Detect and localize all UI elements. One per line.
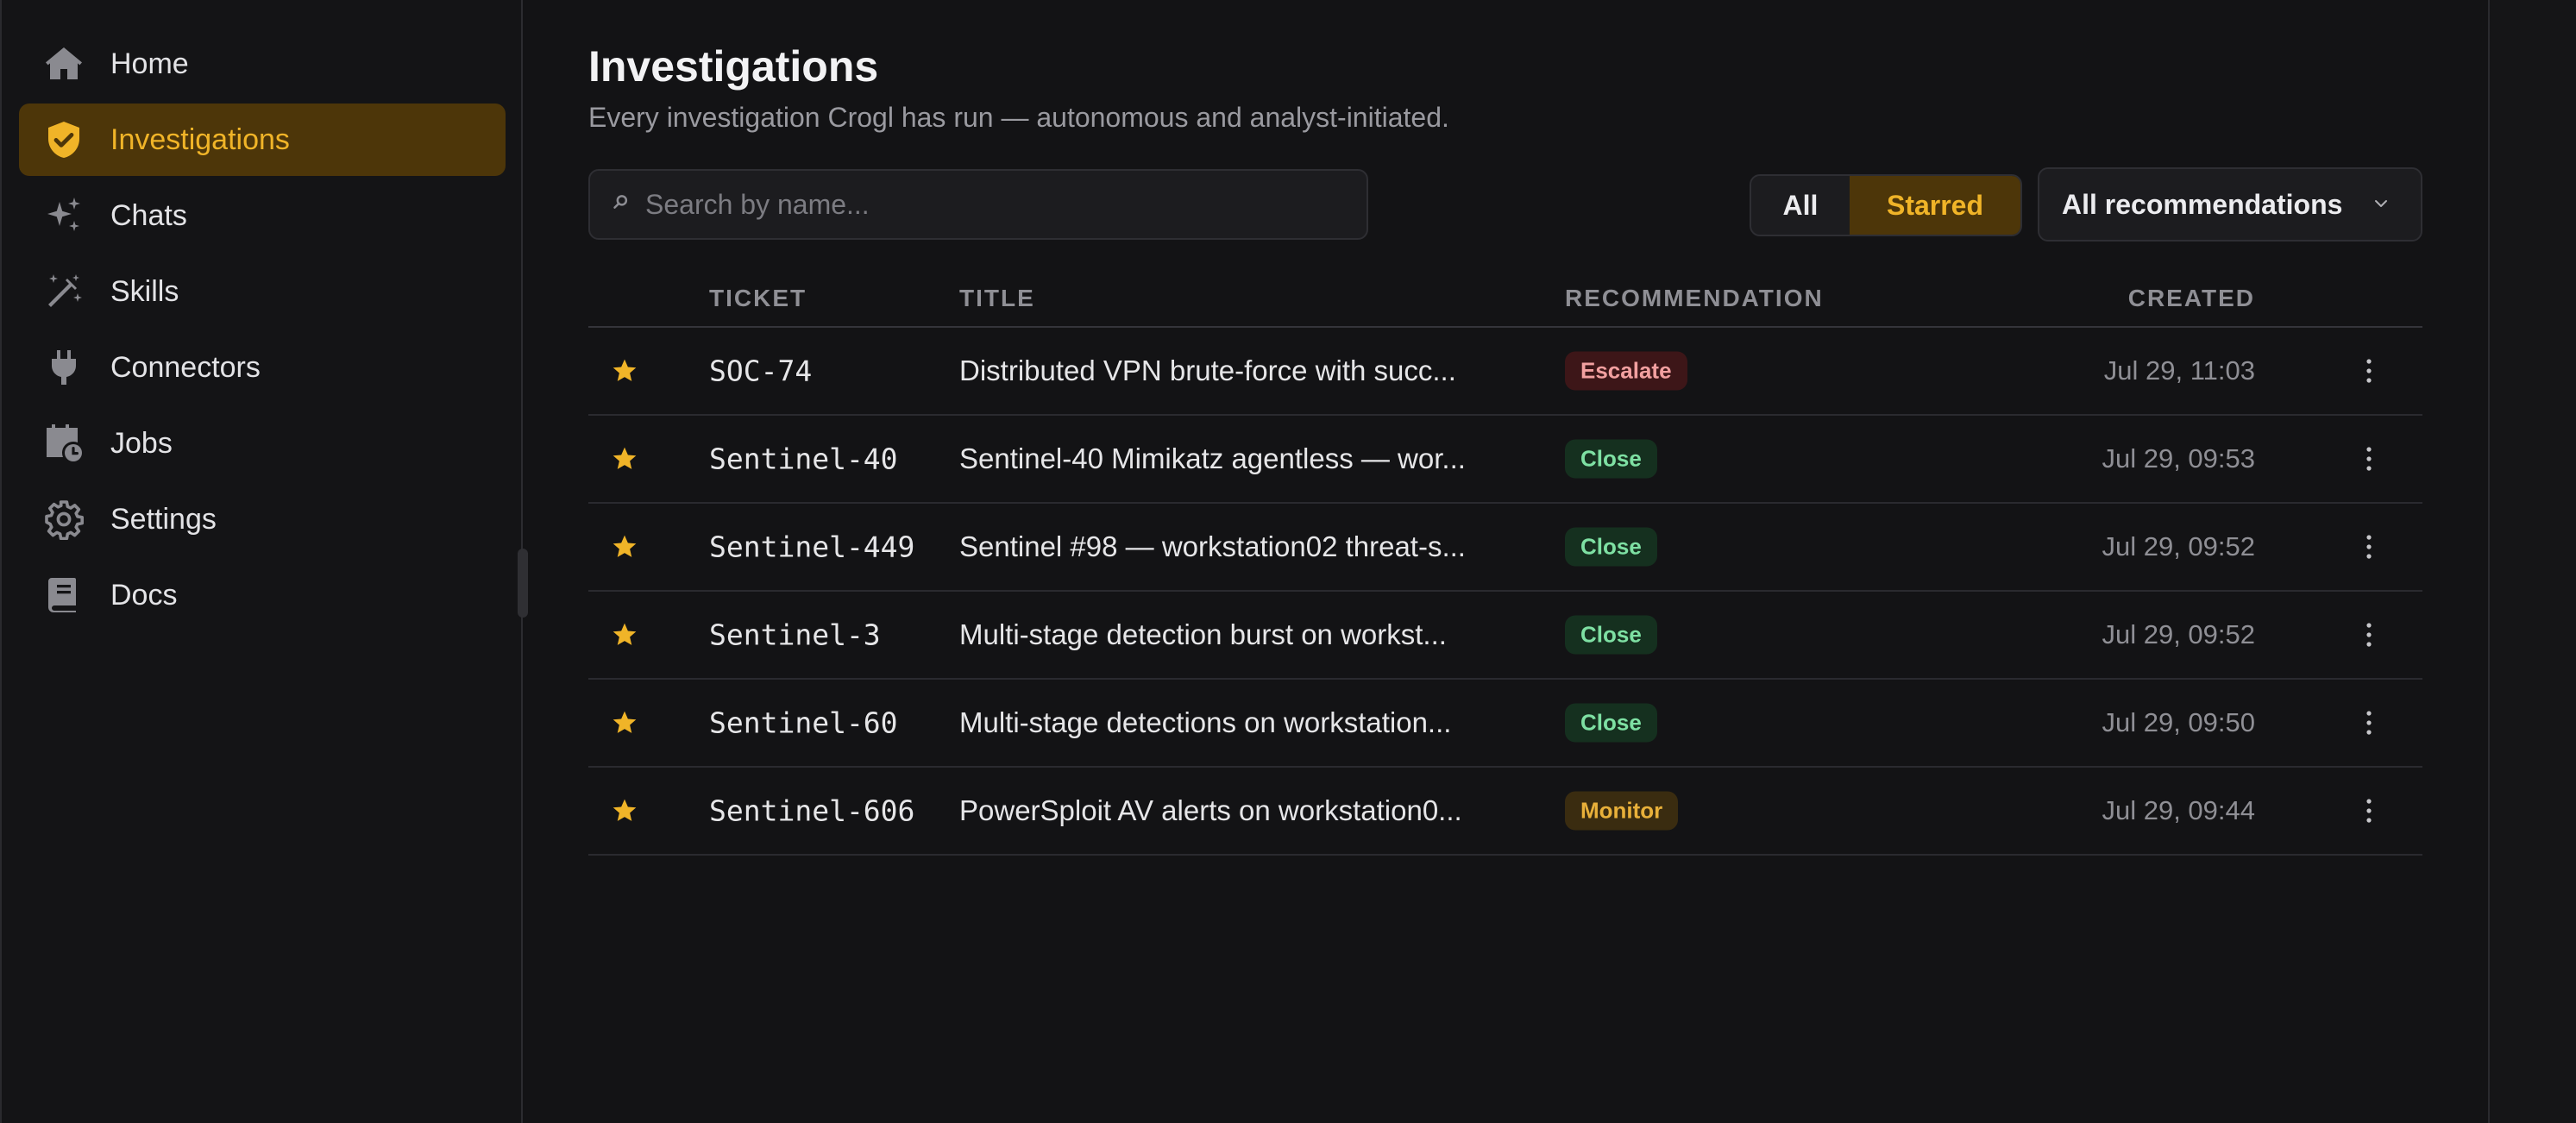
search-icon [613,193,630,216]
investigations-table: TICKET TITLE RECOMMENDATION CREATED SOC-… [588,278,2422,856]
created-date: Jul 29, 11:03 [2103,355,2255,386]
table-row[interactable]: SOC-74 Distributed VPN brute-force with … [588,328,2422,416]
more-options-icon[interactable] [2359,618,2379,652]
ticket-id: Sentinel-606 [709,794,915,828]
chevron-down-icon [2375,200,2387,207]
recommendation-badge: Escalate [1565,351,1687,391]
star-icon[interactable] [611,797,638,825]
sparkles-icon [43,195,85,236]
sidebar-item-chats[interactable]: Chats [19,179,506,252]
right-panel-rail [2488,0,2576,1123]
sidebar-item-connectors[interactable]: Connectors [19,331,506,404]
sidebar: Home Investigations Chats Skills Connect… [0,0,528,1123]
sidebar-item-skills[interactable]: Skills [19,255,506,328]
sidebar-item-home[interactable]: Home [19,28,506,100]
more-options-icon[interactable] [2359,354,2379,388]
created-date: Jul 29, 09:52 [2102,619,2255,649]
star-icon[interactable] [611,533,638,561]
magic-wand-icon [43,271,85,312]
page-subtitle: Every investigation Crogl has run — auto… [588,102,1449,133]
filter-all-button[interactable]: All [1751,176,1850,235]
column-header-recommendation[interactable]: RECOMMENDATION [1565,285,1824,312]
star-icon[interactable] [611,357,638,385]
sidebar-item-label: Docs [110,578,178,612]
more-options-icon[interactable] [2359,794,2379,828]
table-row[interactable]: Sentinel-606 PowerSploit AV alerts on wo… [588,768,2422,856]
recommendation-dropdown-value: All recommendations [2062,188,2343,220]
star-icon[interactable] [611,445,638,473]
sidebar-item-settings[interactable]: Settings [19,483,506,555]
investigation-title: Multi-stage detection burst on workst... [959,618,1447,650]
book-icon [43,574,85,616]
created-date: Jul 29, 09:53 [2102,443,2255,474]
sidebar-item-label: Investigations [110,122,290,156]
investigation-title: Sentinel #98 — workstation02 threat-s... [959,530,1466,562]
sidebar-item-label: Home [110,47,189,80]
created-date: Jul 29, 09:52 [2102,531,2255,562]
created-date: Jul 29, 09:44 [2102,795,2255,825]
table-row[interactable]: Sentinel-3 Multi-stage detection burst o… [588,592,2422,680]
ticket-id: Sentinel-449 [709,530,915,564]
more-options-icon[interactable] [2359,442,2379,476]
ticket-id: Sentinel-3 [709,618,881,652]
sidebar-item-docs[interactable]: Docs [19,559,506,631]
ticket-id: Sentinel-40 [709,442,898,476]
sidebar-item-label: Settings [110,502,217,536]
recommendation-dropdown[interactable]: All recommendations [2038,167,2422,242]
table-row[interactable]: Sentinel-40 Sentinel-40 Mimikatz agentle… [588,416,2422,504]
more-options-icon[interactable] [2359,530,2379,564]
gear-icon [43,499,85,540]
calendar-clock-icon [43,423,85,464]
sidebar-item-label: Skills [110,274,179,308]
table-row[interactable]: Sentinel-449 Sentinel #98 — workstation0… [588,504,2422,592]
created-date: Jul 29, 09:50 [2102,707,2255,737]
investigation-title: Distributed VPN brute-force with succ... [959,354,1456,386]
home-icon [43,43,85,85]
column-header-title[interactable]: TITLE [959,285,1035,312]
column-header-ticket[interactable]: TICKET [709,285,807,312]
sidebar-resize-handle[interactable] [518,549,528,618]
star-icon[interactable] [611,709,638,737]
sidebar-item-label: Jobs [110,426,173,460]
star-filter-toggle: All Starred [1750,174,2022,236]
column-header-created[interactable]: CREATED [2128,285,2255,312]
ticket-id: Sentinel-60 [709,706,898,740]
recommendation-badge: Close [1565,703,1657,743]
recommendation-badge: Close [1565,615,1657,655]
plug-icon [43,347,85,388]
search-box[interactable] [588,169,1368,240]
star-icon[interactable] [611,621,638,649]
shield-check-icon [43,119,85,160]
table-row[interactable]: Sentinel-60 Multi-stage detections on wo… [588,680,2422,768]
recommendation-badge: Monitor [1565,791,1679,831]
sidebar-nav: Home Investigations Chats Skills Connect… [19,28,506,635]
investigation-title: PowerSploit AV alerts on workstation0... [959,794,1462,826]
investigation-title: Multi-stage detections on workstation... [959,706,1452,738]
sidebar-item-jobs[interactable]: Jobs [19,407,506,480]
investigation-title: Sentinel-40 Mimikatz agentless — wor... [959,442,1466,474]
search-input[interactable] [645,188,1353,221]
ticket-id: SOC-74 [709,354,813,388]
sidebar-item-label: Chats [110,198,187,232]
table-header: TICKET TITLE RECOMMENDATION CREATED [588,278,2422,328]
sidebar-item-investigations[interactable]: Investigations [19,104,506,176]
recommendation-badge: Close [1565,527,1657,567]
recommendation-badge: Close [1565,439,1657,479]
sidebar-item-label: Connectors [110,350,261,384]
page-title: Investigations [588,42,879,91]
more-options-icon[interactable] [2359,706,2379,740]
filter-starred-button[interactable]: Starred [1850,176,2020,235]
